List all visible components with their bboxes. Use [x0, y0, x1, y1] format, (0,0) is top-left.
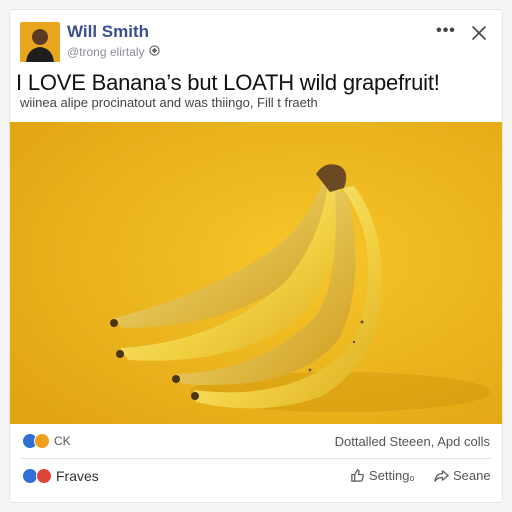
more-options-icon[interactable]: •••	[436, 23, 456, 44]
divider	[20, 458, 492, 459]
post-card: Will Smith @trong elirtaly ••• I LOVE Ba…	[10, 10, 502, 502]
setting-button[interactable]: Settingₒ	[350, 468, 414, 483]
post-photo[interactable]	[10, 122, 502, 424]
author-avatar[interactable]	[20, 22, 60, 62]
post-headline: I LOVE Banana’s but LOATH wild grapefrui…	[16, 70, 440, 95]
author-handle: @trong elirtaly	[67, 45, 145, 59]
share-icon	[434, 470, 449, 482]
love-icon	[36, 468, 52, 484]
author-meta: @trong elirtaly	[67, 45, 160, 59]
banana-photo	[10, 122, 502, 424]
reaction-icons[interactable]	[22, 433, 50, 449]
audience-icon	[148, 45, 160, 59]
setting-label: Settingₒ	[369, 468, 415, 483]
close-icon[interactable]	[470, 24, 488, 42]
reaction-count[interactable]: CK	[54, 434, 71, 448]
comments-share-count[interactable]: Dottalled Steeen, Apd colls	[335, 434, 490, 449]
share-button[interactable]: Seane	[434, 468, 491, 483]
haha-icon	[34, 433, 50, 449]
share-label: Seane	[453, 468, 491, 483]
actions-row: Fraves Settingₒ Seane	[10, 464, 502, 490]
reactions-button[interactable]: Fraves	[22, 468, 99, 484]
post-header: Will Smith @trong elirtaly •••	[10, 10, 502, 68]
avatar-image	[20, 22, 60, 62]
reactions-row: CK Dottalled Steeen, Apd colls	[10, 430, 502, 452]
post-subline: wiinea alipe procinatout and was thiingo…	[20, 95, 318, 110]
thumbs-up-icon	[351, 469, 364, 482]
reactions-label: Fraves	[56, 468, 99, 484]
author-name[interactable]: Will Smith	[67, 22, 149, 42]
